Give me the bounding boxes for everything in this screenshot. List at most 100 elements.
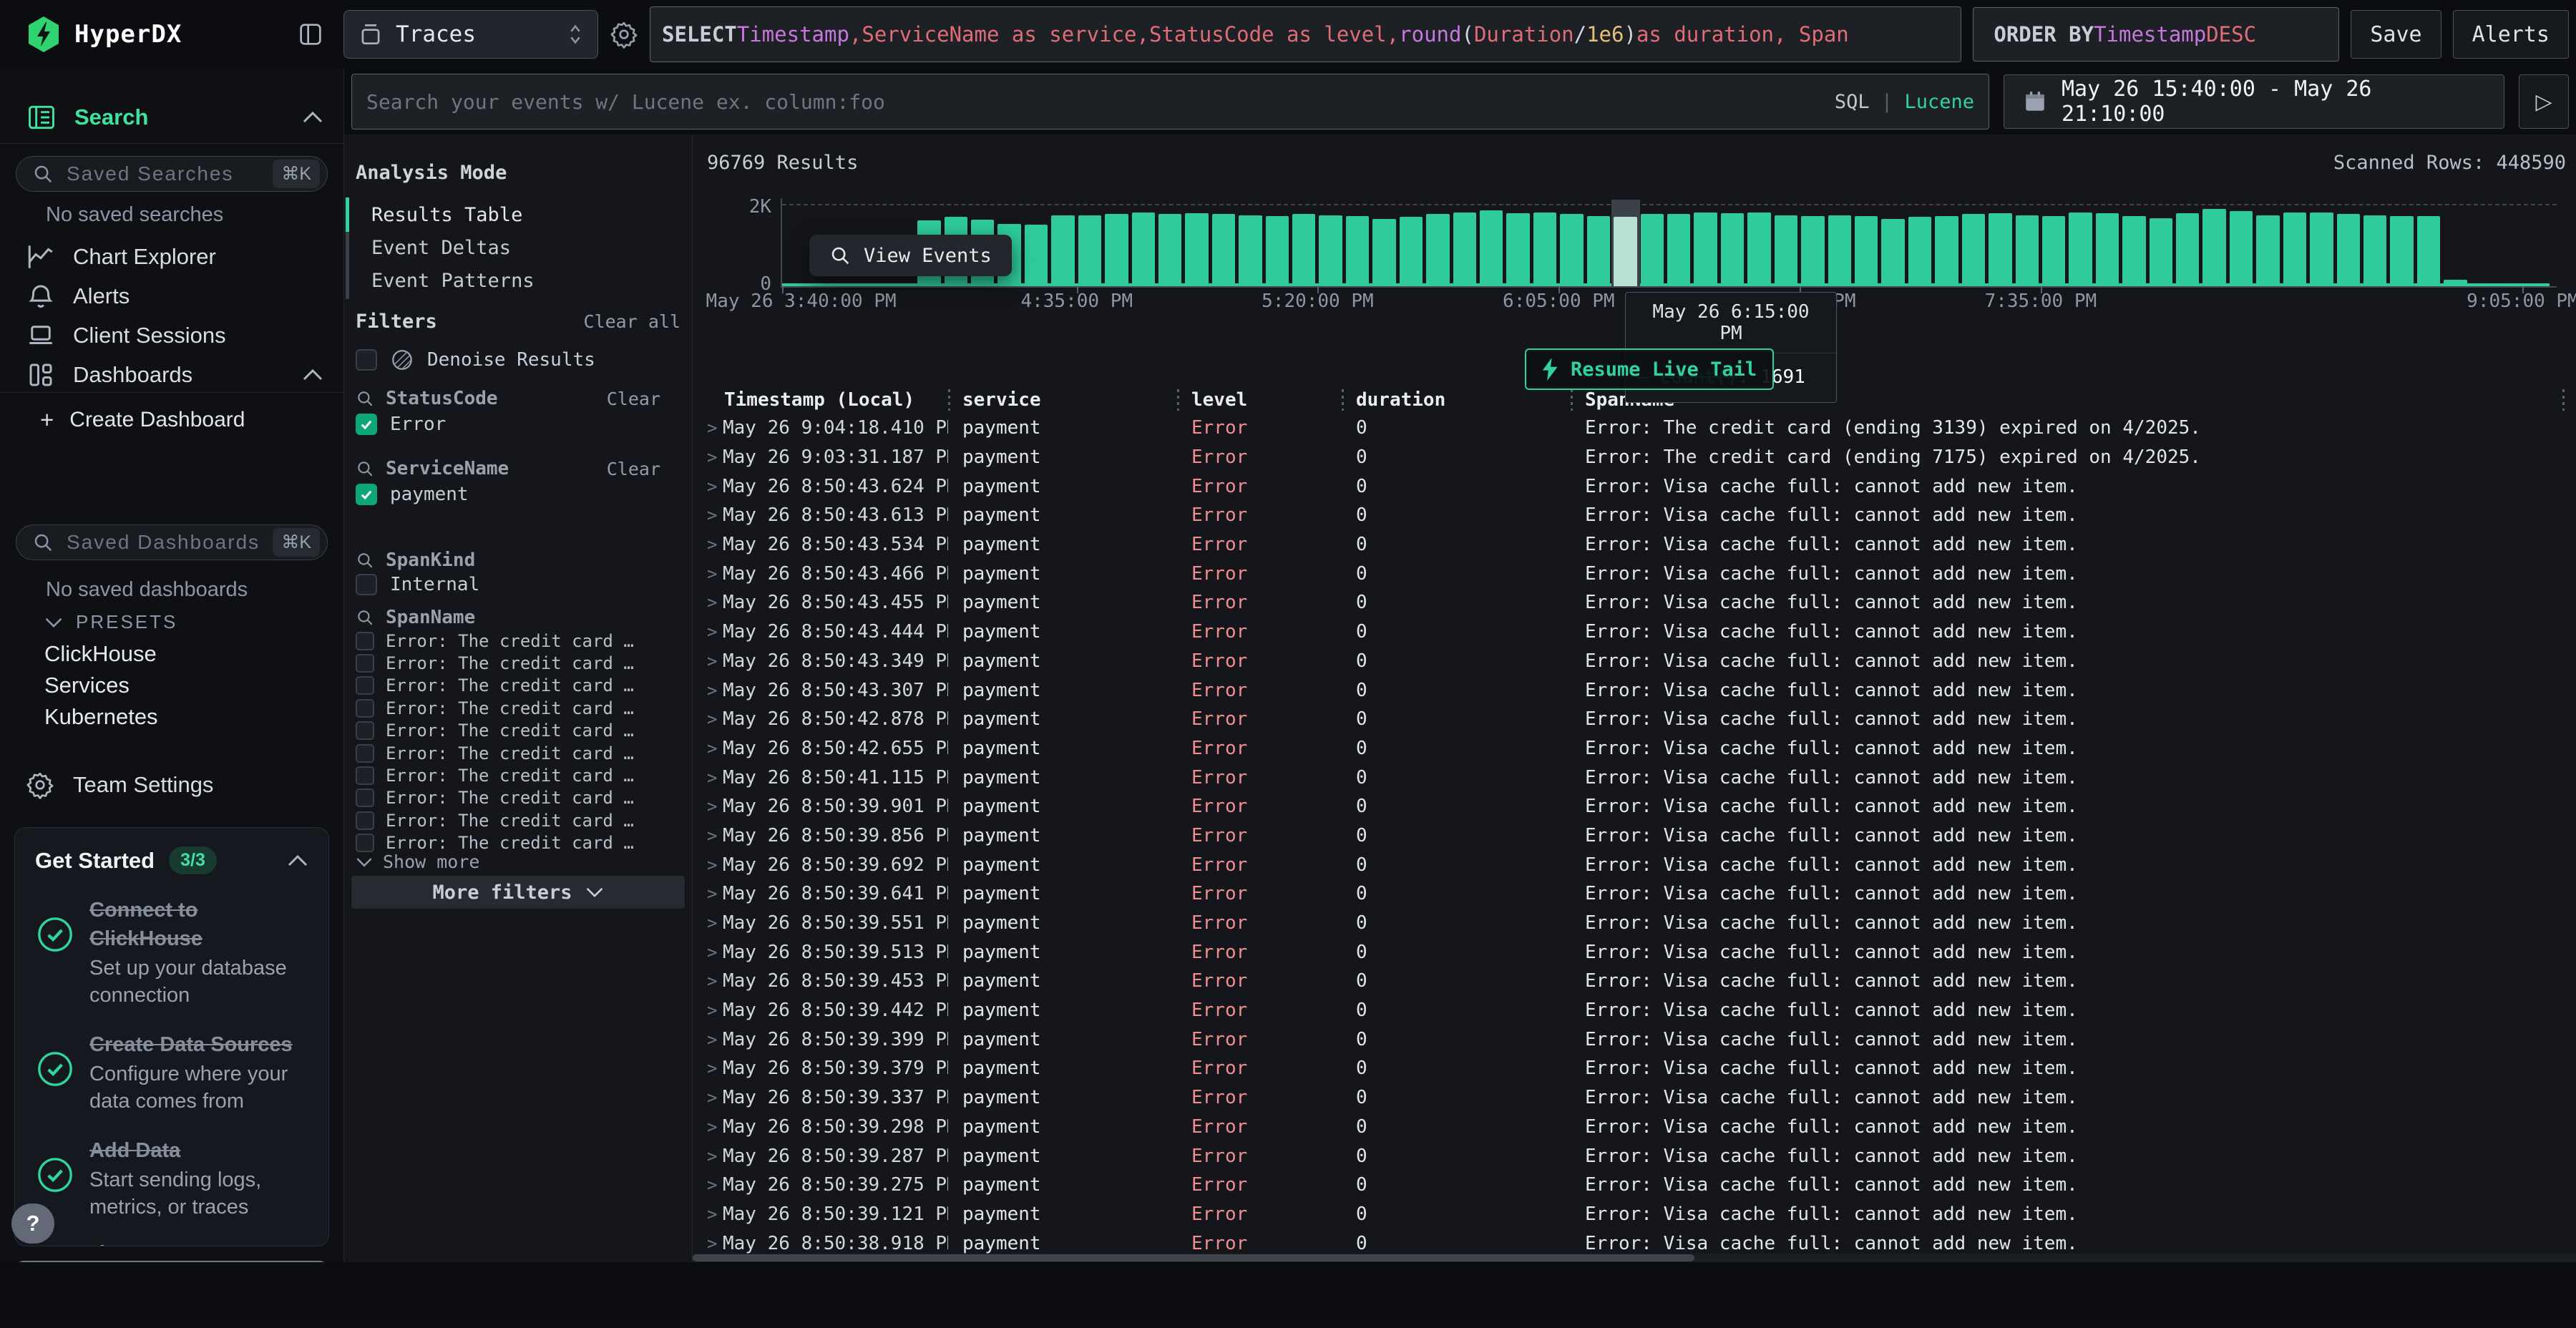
table-row[interactable]: >May 26 8:50:39.692 PMpaymentError0Error… [693, 850, 2576, 879]
table-row[interactable]: >May 26 8:50:42.655 PMpaymentError0Error… [693, 734, 2576, 763]
checkbox-unchecked[interactable] [356, 811, 374, 830]
table-row[interactable]: >May 26 8:50:39.856 PMpaymentError0Error… [693, 821, 2576, 851]
create-dashboard-button[interactable]: + Create Dashboard [40, 406, 343, 434]
row-expander-icon[interactable]: > [707, 855, 723, 875]
row-expander-icon[interactable]: > [707, 651, 723, 671]
table-row[interactable]: >May 26 8:50:43.613 PMpaymentError0Error… [693, 501, 2576, 530]
filter-option[interactable]: Error: The credit card … [356, 720, 685, 742]
filter-option[interactable]: Error [356, 414, 685, 435]
analysis-mode-event-patterns[interactable]: Event Patterns [371, 265, 535, 296]
filter-option[interactable]: Error: The credit card … [356, 809, 685, 831]
filter-clear-link[interactable]: Clear [607, 459, 660, 479]
table-row[interactable]: >May 26 8:50:43.466 PMpaymentError0Error… [693, 559, 2576, 588]
checkbox-checked[interactable] [356, 414, 377, 435]
row-expander-icon[interactable]: > [707, 534, 723, 555]
show-more-link[interactable]: Show more [356, 851, 479, 872]
filter-option[interactable]: Error: The credit card … [356, 697, 685, 719]
table-row[interactable]: >May 26 8:50:43.444 PMpaymentError0Error… [693, 617, 2576, 647]
denoise-toggle[interactable]: Denoise Results [356, 348, 595, 372]
row-expander-icon[interactable]: > [707, 680, 723, 700]
checkbox-unchecked[interactable] [356, 721, 374, 740]
sql-toggle[interactable]: SQL [1835, 91, 1870, 113]
row-expander-icon[interactable]: > [707, 1175, 723, 1195]
checkbox-unchecked[interactable] [356, 788, 374, 807]
table-row[interactable]: >May 26 8:50:39.442 PMpaymentError0Error… [693, 996, 2576, 1025]
checkbox-unchecked[interactable] [356, 676, 374, 695]
scrollbar-thumb[interactable] [693, 1254, 1694, 1261]
get-started-header[interactable]: Get Started 3/3 [35, 846, 308, 874]
row-expander-icon[interactable]: > [707, 884, 723, 904]
source-select[interactable]: Traces [343, 10, 598, 59]
alerts-button[interactable]: Alerts [2453, 10, 2569, 59]
row-expander-icon[interactable]: > [707, 1058, 723, 1078]
row-expander-icon[interactable]: > [707, 971, 723, 991]
table-row[interactable]: >May 26 8:50:39.379 PMpaymentError0Error… [693, 1054, 2576, 1083]
table-row[interactable]: >May 26 8:50:43.624 PMpaymentError0Error… [693, 472, 2576, 501]
row-expander-icon[interactable]: > [707, 796, 723, 816]
sidebar-item-search[interactable]: Search [0, 97, 343, 137]
row-expander-icon[interactable]: > [707, 913, 723, 933]
column-resize-handle[interactable] [2562, 389, 2565, 411]
sidebar-item-alerts[interactable]: Alerts [0, 278, 343, 314]
sql-select-editor[interactable]: SELECT Timestamp, ServiceName as service… [650, 6, 1961, 62]
table-row[interactable]: >May 26 9:03:31.187 PMpaymentError0Error… [693, 443, 2576, 472]
table-row[interactable]: >May 26 8:50:39.399 PMpaymentError0Error… [693, 1025, 2576, 1054]
filter-option[interactable]: Error: The credit card … [356, 742, 685, 764]
row-expander-icon[interactable]: > [707, 622, 723, 642]
filter-clear-link[interactable]: Clear [607, 389, 660, 409]
column-resize-handle[interactable] [1342, 389, 1344, 411]
column-resize-handle[interactable] [1177, 389, 1179, 411]
table-row[interactable]: >May 26 8:50:39.287 PMpaymentError0Error… [693, 1141, 2576, 1171]
saved-searches-input[interactable]: Saved Searches ⌘K [16, 156, 328, 192]
row-expander-icon[interactable]: > [707, 1117, 723, 1137]
row-expander-icon[interactable]: > [707, 1000, 723, 1020]
lucene-toggle[interactable]: Lucene [1904, 91, 1974, 113]
table-row[interactable]: >May 26 9:04:18.410 PMpaymentError0Error… [693, 414, 2576, 443]
view-events-button[interactable]: View Events [809, 235, 1012, 276]
column-resize-handle[interactable] [1571, 389, 1573, 411]
table-row[interactable]: >May 26 8:50:39.901 PMpaymentError0Error… [693, 792, 2576, 821]
analysis-mode-results-table[interactable]: Results Table [371, 199, 522, 230]
order-by-editor[interactable]: ORDER BY Timestamp DESC [1973, 7, 2339, 62]
table-row[interactable]: >May 26 8:50:39.275 PMpaymentError0Error… [693, 1171, 2576, 1200]
filter-option[interactable]: Error: The credit card … [356, 764, 685, 786]
table-row[interactable]: >May 26 8:50:41.115 PMpaymentError0Error… [693, 763, 2576, 792]
resume-live-tail-button[interactable]: Resume Live Tail [1525, 348, 1774, 390]
filter-option[interactable]: Internal [356, 574, 685, 595]
events-histogram[interactable] [782, 204, 2550, 286]
get-started-item[interactable]: Create Data SourcesConfigure where your … [35, 1030, 308, 1115]
date-range-picker[interactable]: May 26 15:40:00 - May 26 21:10:00 [2004, 74, 2504, 129]
row-expander-icon[interactable]: > [707, 1088, 723, 1108]
checkbox-unchecked[interactable] [356, 834, 374, 852]
table-row[interactable]: >May 26 8:50:39.121 PMpaymentError0Error… [693, 1200, 2576, 1229]
table-row[interactable]: >May 26 8:50:39.453 PMpaymentError0Error… [693, 967, 2576, 996]
table-row[interactable]: >May 26 8:50:43.455 PMpaymentError0Error… [693, 588, 2576, 617]
row-expander-icon[interactable]: > [707, 738, 723, 758]
row-expander-icon[interactable]: > [707, 1204, 723, 1224]
source-settings-gear-icon[interactable] [610, 20, 638, 49]
sidebar-preset-clickhouse[interactable]: ClickHouse [44, 641, 343, 667]
table-row[interactable]: >May 26 8:50:39.337 PMpaymentError0Error… [693, 1083, 2576, 1113]
user-menu[interactable]: D dale@clickhouse.com dale@clickhouse.co… [14, 1261, 329, 1262]
row-expander-icon[interactable]: > [707, 477, 723, 497]
row-expander-icon[interactable]: > [707, 1234, 723, 1254]
clear-all-link[interactable]: Clear all [584, 311, 680, 332]
row-expander-icon[interactable]: > [707, 942, 723, 962]
filter-option[interactable]: payment [356, 484, 685, 505]
filter-option[interactable]: Error: The credit card … [356, 630, 685, 652]
sidebar-item-client-sessions[interactable]: Client Sessions [0, 318, 343, 353]
sidebar-preset-kubernetes[interactable]: Kubernetes [44, 704, 343, 730]
checkbox-checked[interactable] [356, 484, 377, 505]
checkbox-unchecked[interactable] [356, 574, 377, 595]
table-row[interactable]: >May 26 8:50:39.513 PMpaymentError0Error… [693, 937, 2576, 967]
table-row[interactable]: >May 26 8:50:42.878 PMpaymentError0Error… [693, 705, 2576, 734]
horizontal-scrollbar[interactable] [693, 1254, 2576, 1262]
run-query-button[interactable]: ▷ [2519, 74, 2569, 129]
checkbox-unchecked[interactable] [356, 349, 377, 371]
table-row[interactable]: >May 26 8:50:39.551 PMpaymentError0Error… [693, 909, 2576, 938]
get-started-item[interactable]: Connect to ClickHouseSet up your databas… [35, 896, 308, 1009]
column-resize-handle[interactable] [948, 389, 950, 411]
row-expander-icon[interactable]: > [707, 592, 723, 612]
row-expander-icon[interactable]: > [707, 709, 723, 729]
chevron-up-icon[interactable] [302, 368, 323, 382]
